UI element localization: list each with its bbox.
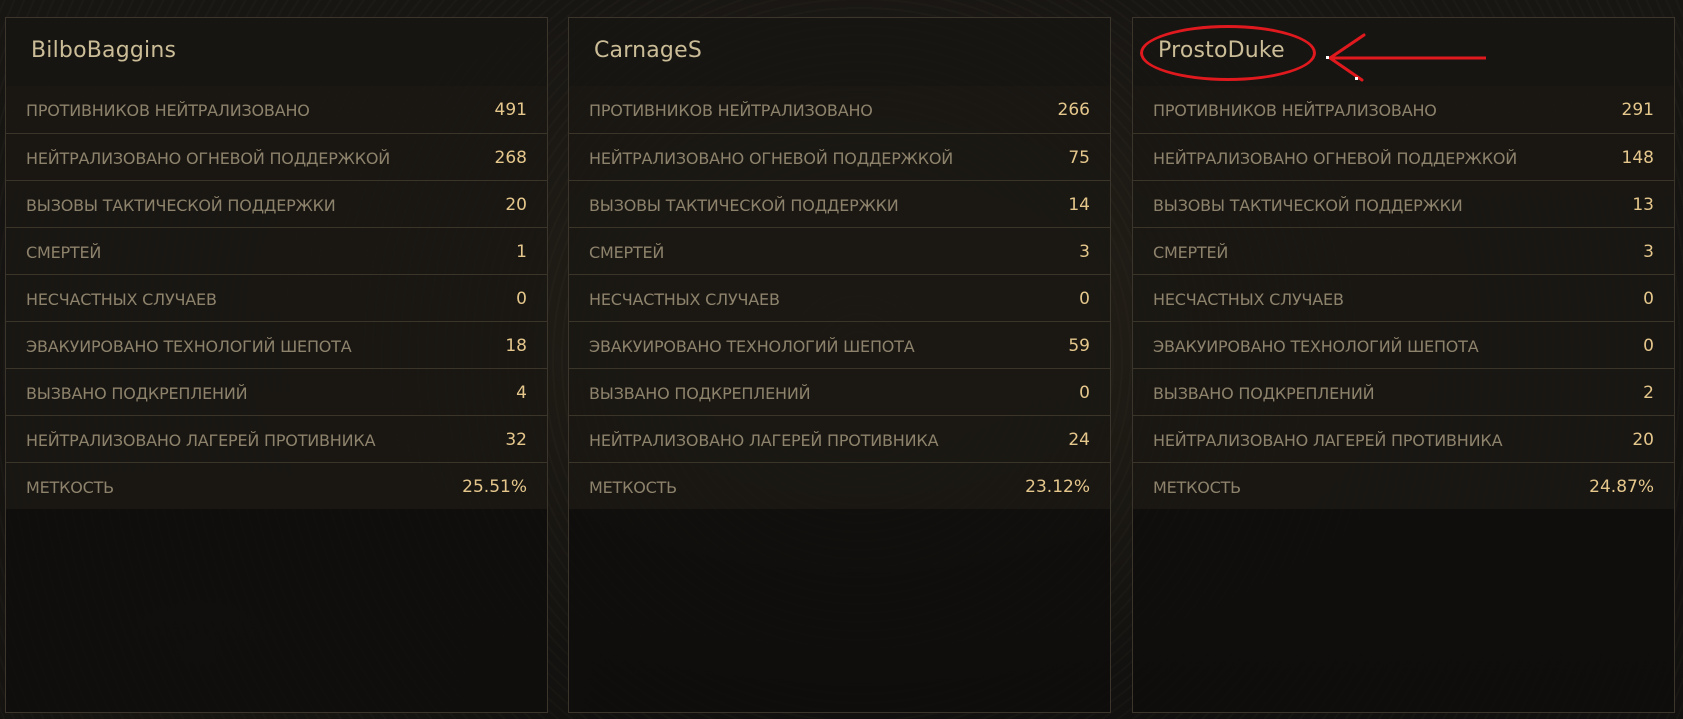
stat-value: 18 (505, 336, 527, 356)
stat-row: ВЫЗОВЫ ТАКТИЧЕСКОЙ ПОДДЕРЖКИ 14 (569, 180, 1110, 227)
stats-list: ПРОТИВНИКОВ НЕЙТРАЛИЗОВАНО 291 НЕЙТРАЛИЗО… (1133, 86, 1674, 509)
stat-label: НЕЙТРАЛИЗОВАНО ОГНЕВОЙ ПОДДЕРЖКОЙ (26, 149, 391, 168)
stat-value: 2 (1643, 383, 1654, 403)
stat-row: НЕЙТРАЛИЗОВАНО ОГНЕВОЙ ПОДДЕРЖКОЙ 75 (569, 133, 1110, 180)
stat-label: ВЫЗВАНО ПОДКРЕПЛЕНИЙ (589, 384, 811, 403)
stat-row: ЭВАКУИРОВАНО ТЕХНОЛОГИЙ ШЕПОТА 18 (6, 321, 547, 368)
stat-label: ЭВАКУИРОВАНО ТЕХНОЛОГИЙ ШЕПОТА (1153, 337, 1479, 356)
stat-row: ЭВАКУИРОВАНО ТЕХНОЛОГИЙ ШЕПОТА 0 (1133, 321, 1674, 368)
stat-value: 0 (1643, 289, 1654, 309)
stat-row: МЕТКОСТЬ 24.87% (1133, 462, 1674, 509)
stat-value: 13 (1632, 195, 1654, 215)
stat-row: ВЫЗВАНО ПОДКРЕПЛЕНИЙ 0 (569, 368, 1110, 415)
stat-value: 3 (1079, 242, 1090, 262)
stat-value: 148 (1621, 148, 1654, 168)
stat-row: НЕЙТРАЛИЗОВАНО ОГНЕВОЙ ПОДДЕРЖКОЙ 148 (1133, 133, 1674, 180)
stat-value: 3 (1643, 242, 1654, 262)
stat-value: 268 (494, 148, 527, 168)
stat-label: СМЕРТЕЙ (26, 243, 102, 262)
stat-value: 24.87% (1589, 477, 1654, 497)
stat-value: 0 (516, 289, 527, 309)
stat-value: 291 (1621, 100, 1654, 120)
stat-row: НЕЙТРАЛИЗОВАНО ОГНЕВОЙ ПОДДЕРЖКОЙ 268 (6, 133, 547, 180)
stat-value: 0 (1643, 336, 1654, 356)
stat-row: НЕСЧАСТНЫХ СЛУЧАЕВ 0 (569, 274, 1110, 321)
stat-label: НЕЙТРАЛИЗОВАНО ЛАГЕРЕЙ ПРОТИВНИКА (1153, 431, 1503, 450)
player-panel-header: BilboBaggins (6, 18, 547, 86)
stat-value: 32 (505, 430, 527, 450)
stat-value: 4 (516, 383, 527, 403)
stat-label: МЕТКОСТЬ (1153, 478, 1241, 497)
stat-label: ПРОТИВНИКОВ НЕЙТРАЛИЗОВАНО (589, 101, 873, 120)
stat-value: 20 (1632, 430, 1654, 450)
stat-label: СМЕРТЕЙ (1153, 243, 1229, 262)
stat-label: НЕЙТРАЛИЗОВАНО ЛАГЕРЕЙ ПРОТИВНИКА (589, 431, 939, 450)
stat-label: ВЫЗВАНО ПОДКРЕПЛЕНИЙ (1153, 384, 1375, 403)
stats-list: ПРОТИВНИКОВ НЕЙТРАЛИЗОВАНО 491 НЕЙТРАЛИЗО… (6, 86, 547, 509)
stat-row: МЕТКОСТЬ 25.51% (6, 462, 547, 509)
stat-label: ВЫЗОВЫ ТАКТИЧЕСКОЙ ПОДДЕРЖКИ (1153, 196, 1463, 215)
stats-list: ПРОТИВНИКОВ НЕЙТРАЛИЗОВАНО 266 НЕЙТРАЛИЗО… (569, 86, 1110, 509)
stat-row: ЭВАКУИРОВАНО ТЕХНОЛОГИЙ ШЕПОТА 59 (569, 321, 1110, 368)
stat-row: НЕСЧАСТНЫХ СЛУЧАЕВ 0 (1133, 274, 1674, 321)
stat-row: НЕЙТРАЛИЗОВАНО ЛАГЕРЕЙ ПРОТИВНИКА 32 (6, 415, 547, 462)
stat-row: ПРОТИВНИКОВ НЕЙТРАЛИЗОВАНО 491 (6, 86, 547, 133)
stat-row: НЕСЧАСТНЫХ СЛУЧАЕВ 0 (6, 274, 547, 321)
stat-value: 1 (516, 242, 527, 262)
stat-label: МЕТКОСТЬ (26, 478, 114, 497)
stat-value: 25.51% (462, 477, 527, 497)
stat-row: ВЫЗОВЫ ТАКТИЧЕСКОЙ ПОДДЕРЖКИ 20 (6, 180, 547, 227)
stat-label: ПРОТИВНИКОВ НЕЙТРАЛИЗОВАНО (26, 101, 310, 120)
stat-value: 24 (1068, 430, 1090, 450)
player-panel: ProstoDuke ПРОТИВНИКОВ НЕЙТРАЛИЗОВАНО 291… (1132, 17, 1675, 713)
stat-row: НЕЙТРАЛИЗОВАНО ЛАГЕРЕЙ ПРОТИВНИКА 20 (1133, 415, 1674, 462)
stat-row: ВЫЗВАНО ПОДКРЕПЛЕНИЙ 4 (6, 368, 547, 415)
player-name: ProstoDuke (1158, 38, 1285, 63)
stat-row: НЕЙТРАЛИЗОВАНО ЛАГЕРЕЙ ПРОТИВНИКА 24 (569, 415, 1110, 462)
player-name: BilboBaggins (31, 38, 177, 63)
stat-label: НЕСЧАСТНЫХ СЛУЧАЕВ (26, 290, 217, 309)
player-name: CarnageS (594, 38, 702, 63)
stat-label: ВЫЗОВЫ ТАКТИЧЕСКОЙ ПОДДЕРЖКИ (26, 196, 336, 215)
stat-label: НЕСЧАСТНЫХ СЛУЧАЕВ (1153, 290, 1344, 309)
stat-label: ВЫЗВАНО ПОДКРЕПЛЕНИЙ (26, 384, 248, 403)
stat-label: МЕТКОСТЬ (589, 478, 677, 497)
player-stats-screen: BilboBaggins ПРОТИВНИКОВ НЕЙТРАЛИЗОВАНО 4… (0, 0, 1683, 719)
stat-row: СМЕРТЕЙ 3 (1133, 227, 1674, 274)
stat-label: ЭВАКУИРОВАНО ТЕХНОЛОГИЙ ШЕПОТА (26, 337, 352, 356)
stat-value: 0 (1079, 289, 1090, 309)
stat-label: ЭВАКУИРОВАНО ТЕХНОЛОГИЙ ШЕПОТА (589, 337, 915, 356)
stat-row: ВЫЗВАНО ПОДКРЕПЛЕНИЙ 2 (1133, 368, 1674, 415)
stat-value: 266 (1057, 100, 1090, 120)
player-panel: CarnageS ПРОТИВНИКОВ НЕЙТРАЛИЗОВАНО 266 Н… (568, 17, 1111, 713)
stat-label: ПРОТИВНИКОВ НЕЙТРАЛИЗОВАНО (1153, 101, 1437, 120)
stat-value: 491 (494, 100, 527, 120)
stat-value: 75 (1068, 148, 1090, 168)
stat-row: СМЕРТЕЙ 3 (569, 227, 1110, 274)
stat-label: НЕЙТРАЛИЗОВАНО ЛАГЕРЕЙ ПРОТИВНИКА (26, 431, 376, 450)
stat-label: НЕСЧАСТНЫХ СЛУЧАЕВ (589, 290, 780, 309)
stat-value: 23.12% (1025, 477, 1090, 497)
stat-label: СМЕРТЕЙ (589, 243, 665, 262)
stat-label: ВЫЗОВЫ ТАКТИЧЕСКОЙ ПОДДЕРЖКИ (589, 196, 899, 215)
stat-label: НЕЙТРАЛИЗОВАНО ОГНЕВОЙ ПОДДЕРЖКОЙ (1153, 149, 1518, 168)
stat-row: СМЕРТЕЙ 1 (6, 227, 547, 274)
player-panel: BilboBaggins ПРОТИВНИКОВ НЕЙТРАЛИЗОВАНО 4… (5, 17, 548, 713)
player-panel-header: ProstoDuke (1133, 18, 1674, 86)
stat-value: 0 (1079, 383, 1090, 403)
stat-row: ПРОТИВНИКОВ НЕЙТРАЛИЗОВАНО 291 (1133, 86, 1674, 133)
stat-value: 59 (1068, 336, 1090, 356)
stat-row: МЕТКОСТЬ 23.12% (569, 462, 1110, 509)
player-panel-header: CarnageS (569, 18, 1110, 86)
stat-value: 14 (1068, 195, 1090, 215)
stat-row: ПРОТИВНИКОВ НЕЙТРАЛИЗОВАНО 266 (569, 86, 1110, 133)
stat-label: НЕЙТРАЛИЗОВАНО ОГНЕВОЙ ПОДДЕРЖКОЙ (589, 149, 954, 168)
stat-row: ВЫЗОВЫ ТАКТИЧЕСКОЙ ПОДДЕРЖКИ 13 (1133, 180, 1674, 227)
stat-value: 20 (505, 195, 527, 215)
